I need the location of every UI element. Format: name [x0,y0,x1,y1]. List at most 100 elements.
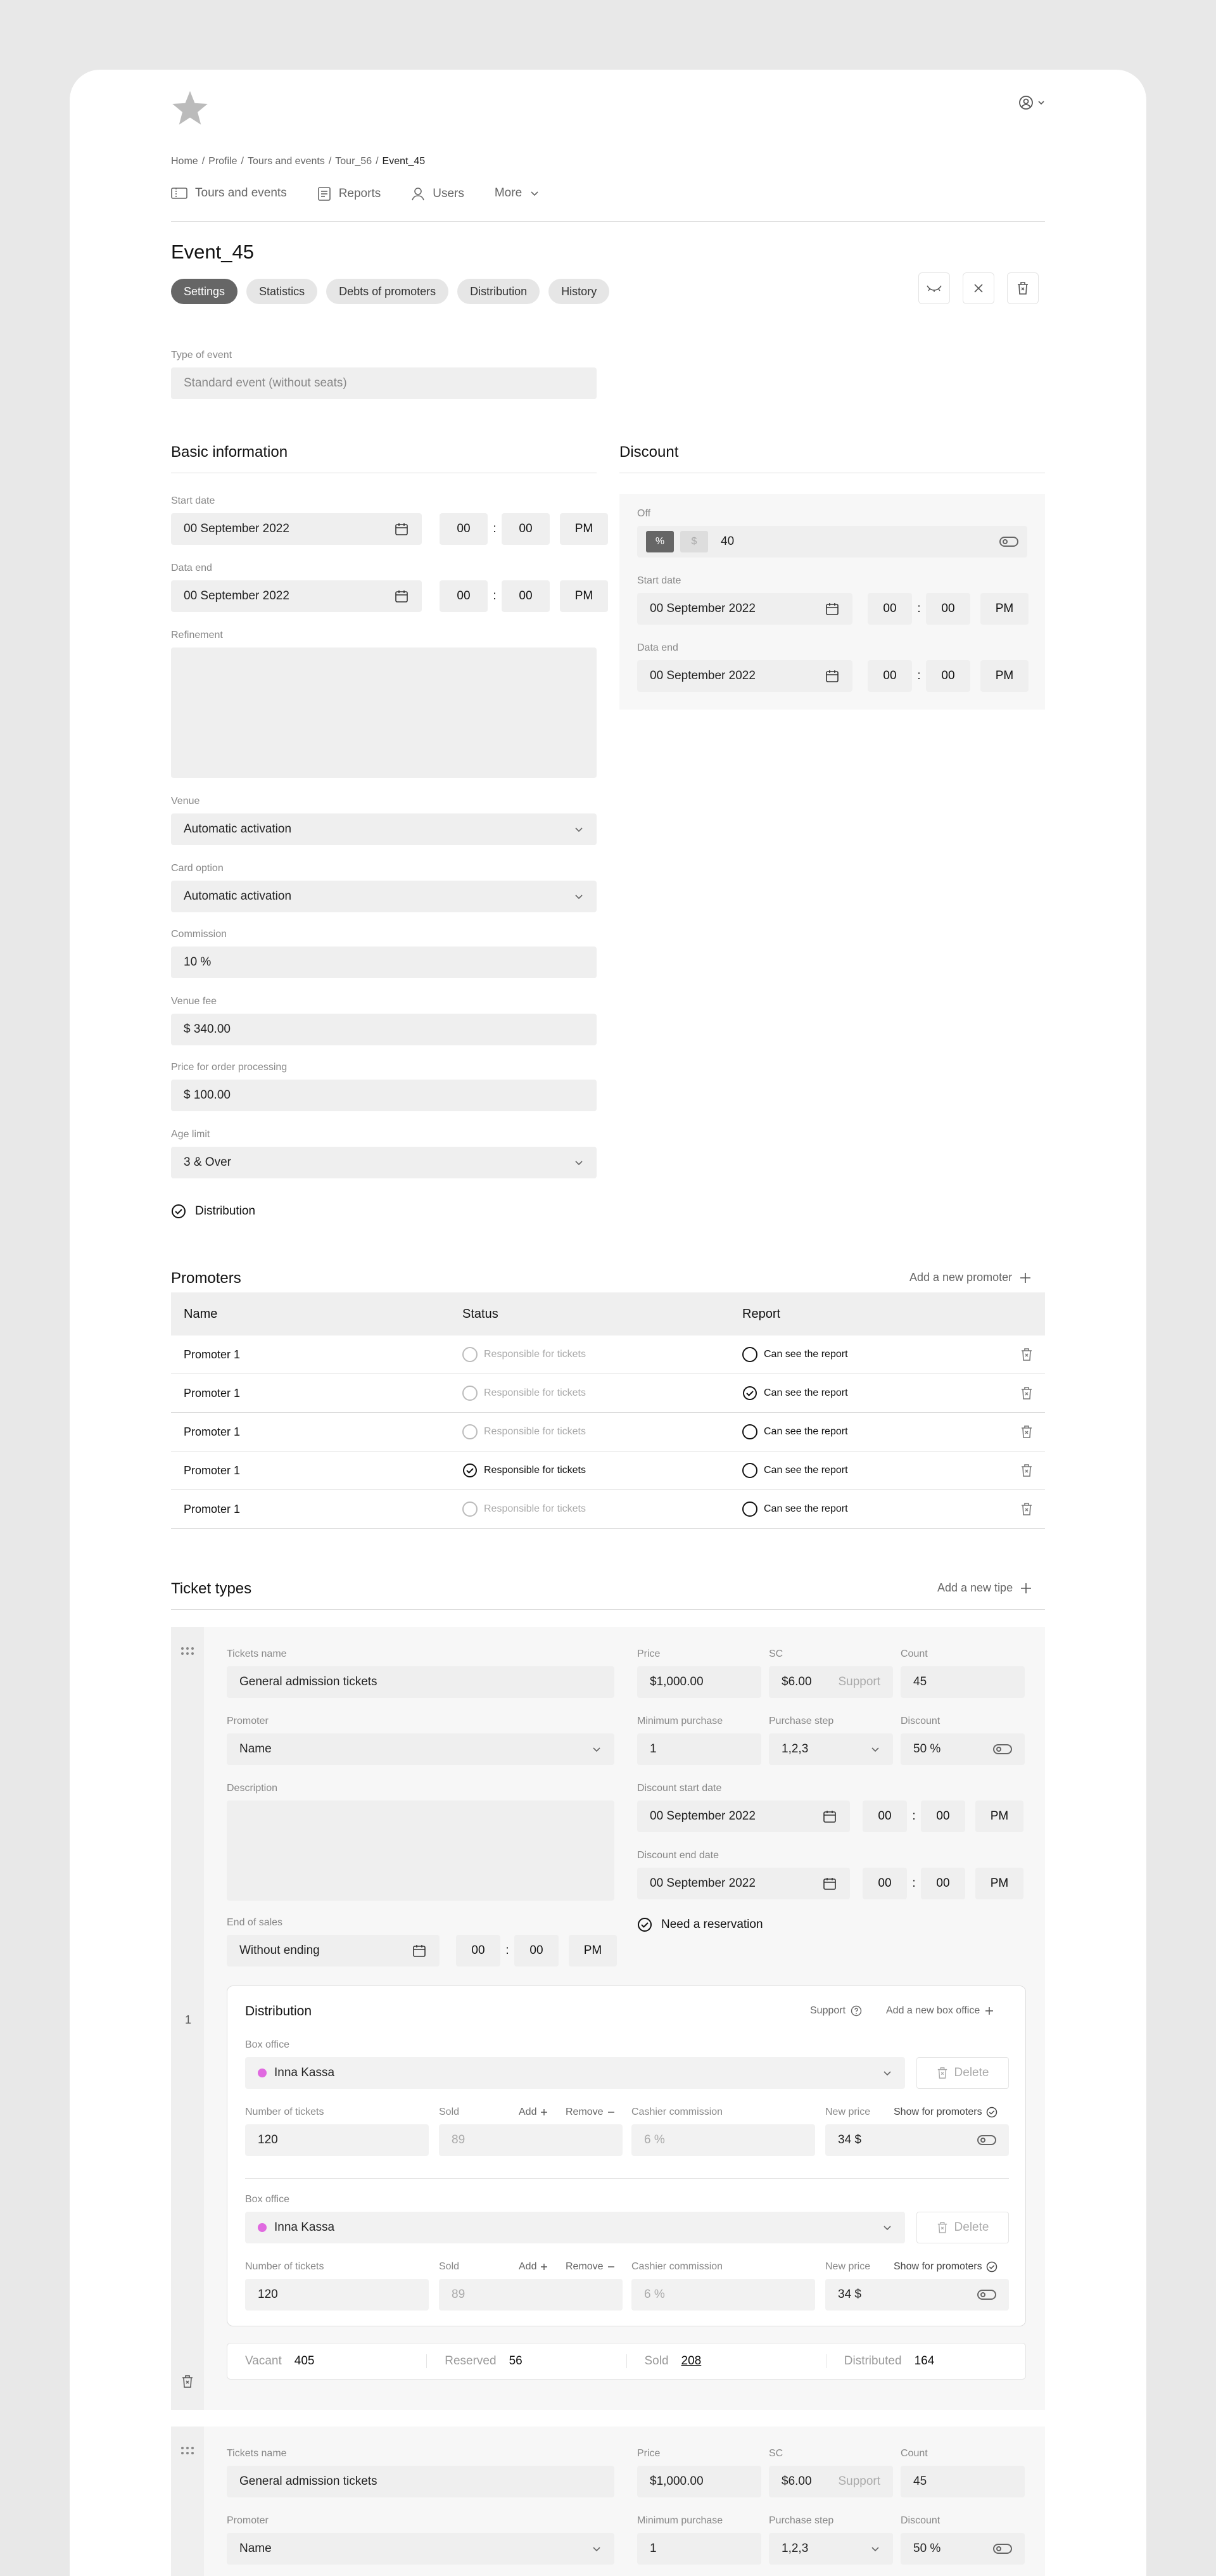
ticket-dstart-ampm[interactable]: PM [975,1801,1023,1832]
hide-button[interactable] [918,272,950,304]
ticket-dend-minute[interactable]: 00 [921,1868,965,1899]
report-toggle[interactable]: Can see the report [742,1424,1008,1439]
trash-icon[interactable] [181,2375,194,2388]
box-office-select[interactable]: Inna Kassa [245,2057,905,2089]
start-hour-input[interactable]: 00 [440,513,488,545]
calendar-icon[interactable] [394,521,409,537]
discount-end-minute[interactable]: 00 [926,660,970,692]
promoter-select[interactable]: Name [227,2533,614,2565]
box-office-select[interactable]: Inna Kassa [245,2212,905,2243]
support-link[interactable]: Support [810,2005,862,2017]
add-ticket-type-button[interactable]: Add a new tipe [937,1581,1032,1595]
end-sales-ampm[interactable]: PM [569,1935,617,1967]
end-date-input[interactable]: 00 September 2022 [171,580,422,612]
trash-icon[interactable] [1020,1463,1033,1477]
tab-statistics[interactable]: Statistics [246,279,318,304]
sc-input[interactable]: $6.00 Support [769,2466,893,2497]
off-switch[interactable] [999,537,1018,547]
remove-tickets-button[interactable]: Remove [566,2261,615,2273]
end-of-sales-input[interactable]: Without ending [227,1935,440,1967]
add-tickets-button[interactable]: Add [519,2261,548,2273]
price-input[interactable]: $1,000.00 [637,2466,761,2497]
delete-box-office-button[interactable]: Delete [916,2212,1009,2243]
status-toggle[interactable]: Responsible for tickets [462,1463,742,1478]
refinement-textarea[interactable] [171,647,597,778]
min-purchase-input[interactable]: 1 [637,2533,761,2565]
cashier-commission-input[interactable]: 6 % [631,2279,815,2311]
user-menu[interactable] [1018,95,1045,110]
tab-settings[interactable]: Settings [171,279,238,304]
show-for-promoters-checkbox[interactable]: Show for promoters [894,2107,998,2118]
order-price-input[interactable]: $ 100.00 [171,1080,597,1111]
summary-value[interactable]: 208 [681,2354,702,2368]
trash-icon[interactable] [1020,1425,1033,1439]
new-price-input[interactable]: 34 $ [825,2279,1009,2311]
tab-history[interactable]: History [548,279,610,304]
commission-input[interactable]: 10 % [171,947,597,978]
percent-toggle[interactable]: % [646,531,674,552]
delete-event-button[interactable] [1007,272,1039,304]
delete-promoter-button[interactable] [1008,1425,1045,1439]
calendar-icon[interactable] [825,668,840,684]
discount-start-ampm[interactable]: PM [980,593,1029,625]
end-minute-input[interactable]: 00 [502,580,550,612]
tab-debts-of-promoters[interactable]: Debts of promoters [326,279,449,304]
ticket-dend-ampm[interactable]: PM [975,1868,1023,1899]
breadcrumb-profile[interactable]: Profile [208,156,237,167]
discount-start-minute[interactable]: 00 [926,593,970,625]
delete-promoter-button[interactable] [1008,1502,1045,1516]
tickets-name-input[interactable]: General admission tickets [227,1666,614,1698]
drag-handle-icon[interactable] [180,1646,195,1656]
delete-box-office-button[interactable]: Delete [916,2057,1009,2089]
status-toggle[interactable]: Responsible for tickets [462,1386,742,1401]
count-input[interactable]: 45 [901,1666,1025,1698]
number-of-tickets-input[interactable]: 120 [245,2279,429,2311]
status-toggle[interactable]: Responsible for tickets [462,1502,742,1517]
off-input[interactable]: % $ 40 [637,526,1027,558]
venue-fee-input[interactable]: $ 340.00 [171,1014,597,1045]
report-toggle[interactable]: Can see the report [742,1386,1008,1401]
end-sales-minute[interactable]: 00 [514,1935,559,1967]
status-toggle[interactable]: Responsible for tickets [462,1347,742,1362]
discount-end-hour[interactable]: 00 [868,660,912,692]
new-price-switch[interactable] [977,2290,996,2300]
card-option-select[interactable]: Automatic activation [171,881,597,912]
tab-distribution[interactable]: Distribution [457,279,540,304]
drag-handle-icon[interactable] [180,2445,195,2456]
min-purchase-input[interactable]: 1 [637,1733,761,1765]
ticket-dstart-minute[interactable]: 00 [921,1801,965,1832]
show-for-promoters-checkbox[interactable]: Show for promoters [894,2261,998,2273]
new-price-input[interactable]: 34 $ [825,2124,1009,2156]
discount-start-hour[interactable]: 00 [868,593,912,625]
age-limit-select[interactable]: 3 & Over [171,1147,597,1178]
ticket-discount-input[interactable]: 50 % [901,1733,1025,1765]
price-input[interactable]: $1,000.00 [637,1666,761,1698]
ticket-discount-input[interactable]: 50 % [901,2533,1025,2565]
calendar-icon[interactable] [825,601,840,616]
tickets-name-input[interactable]: General admission tickets [227,2466,614,2497]
trash-icon[interactable] [1020,1386,1033,1400]
ticket-dend-hour[interactable]: 00 [863,1868,907,1899]
end-ampm-select[interactable]: PM [560,580,608,612]
discount-start-input[interactable]: 00 September 2022 [637,593,852,625]
distribution-checkbox[interactable]: Distribution [171,1204,255,1219]
sc-input[interactable]: $6.00 Support [769,1666,893,1698]
discount-switch[interactable] [993,2544,1012,2554]
discount-end-input[interactable]: 00 September 2022 [637,660,852,692]
star-logo-icon[interactable] [171,89,209,127]
delete-promoter-button[interactable] [1008,1386,1045,1400]
discount-switch[interactable] [993,1744,1012,1754]
breadcrumb-tours[interactable]: Tours and events [248,156,325,167]
report-toggle[interactable]: Can see the report [742,1463,1008,1478]
venue-select[interactable]: Automatic activation [171,813,597,845]
report-toggle[interactable]: Can see the report [742,1347,1008,1362]
nav-tours-and-events[interactable]: Tours and events [171,186,287,200]
report-toggle[interactable]: Can see the report [742,1502,1008,1517]
trash-icon[interactable] [1020,1348,1033,1361]
calendar-icon[interactable] [822,1876,837,1891]
purchase-step-select[interactable]: 1,2,3 [769,1733,893,1765]
status-toggle[interactable]: Responsible for tickets [462,1424,742,1439]
discount-end-date-input[interactable]: 00 September 2022 [637,1868,850,1899]
number-of-tickets-input[interactable]: 120 [245,2124,429,2156]
start-ampm-select[interactable]: PM [560,513,608,545]
